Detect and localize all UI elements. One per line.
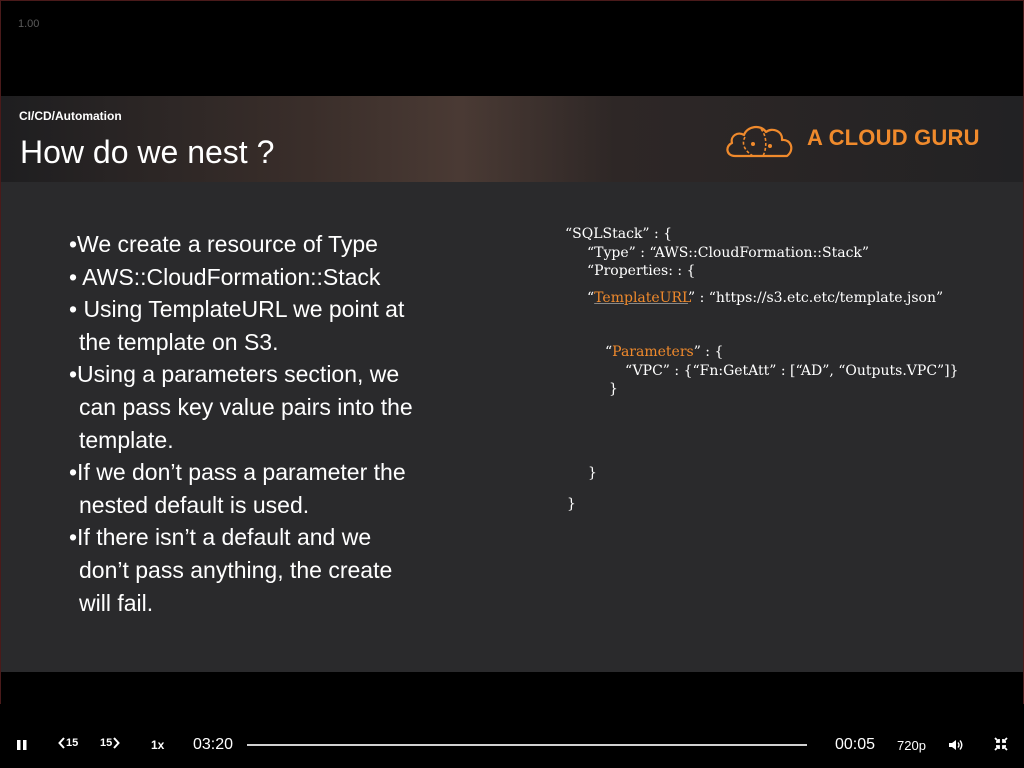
- bullet-line: • Using TemplateURL we point at: [69, 296, 405, 323]
- playback-speed-button[interactable]: 1x: [151, 738, 164, 752]
- exit-fullscreen-icon: [994, 737, 1008, 751]
- code-key-parameters: Parameters: [612, 344, 694, 360]
- code-key-templateurl: TemplateURL: [594, 290, 688, 306]
- code-line: }: [609, 381, 618, 397]
- progress-bar[interactable]: [247, 744, 807, 746]
- quality-button[interactable]: 720p: [897, 738, 926, 753]
- bullet-list: •We create a resource of Type • AWS::Clo…: [69, 228, 469, 619]
- rewind-15-button[interactable]: 15: [58, 737, 78, 749]
- bullet-line: •If we don’t pass a parameter the: [69, 459, 406, 486]
- code-line: “Properties: : {: [587, 263, 696, 279]
- pause-icon: [17, 740, 27, 750]
- bullet-line: nested default is used.: [79, 491, 310, 518]
- bullet-line: template.: [79, 426, 174, 453]
- code-line: }: [588, 465, 597, 481]
- bullet-line: •Using a parameters section, we: [69, 361, 400, 388]
- forward-label: 15: [100, 737, 113, 749]
- forward-15-button[interactable]: 15: [100, 737, 121, 749]
- bullet-line: don’t pass anything, the create: [79, 556, 393, 583]
- code-line: “VPC” : {“Fn:GetAtt” : [“AD”, “Outputs.V…: [625, 363, 959, 379]
- exit-fullscreen-button[interactable]: [994, 737, 1008, 756]
- slide-title: How do we nest ?: [20, 134, 275, 170]
- video-slide[interactable]: CI/CD/Automation How do we nest ? A CLOU…: [1, 96, 1023, 672]
- chevron-left-icon: [58, 737, 65, 749]
- rewind-label: 15: [66, 737, 79, 749]
- slide-category: CI/CD/Automation: [19, 109, 122, 123]
- code-value: ” : “https://s3.etc.etc/template.json”: [687, 290, 944, 306]
- volume-icon: [949, 740, 963, 750]
- bullet-line: can pass key value pairs into the: [79, 393, 413, 420]
- current-time: 03:20: [193, 736, 234, 753]
- pause-button[interactable]: [16, 738, 28, 756]
- slide-header: CI/CD/Automation How do we nest ? A CLOU…: [1, 96, 1023, 182]
- cloud-logo-icon: [726, 125, 793, 158]
- code-line-parameters: “Parameters” : {: [605, 344, 723, 360]
- remaining-time: 00:05: [835, 736, 876, 753]
- code-line: }: [567, 496, 576, 512]
- bullet-line: •We create a resource of Type: [69, 231, 378, 257]
- bullet-line: the template on S3.: [79, 328, 279, 355]
- code-line-templateurl: “TemplateURL” : “https://s3.etc.etc/temp…: [587, 290, 943, 306]
- chevron-right-icon: [113, 737, 121, 749]
- code-line: “Type” : “AWS::CloudFormation::Stack”: [587, 245, 870, 261]
- acloudguru-logo: A CLOUD GURU: [723, 118, 1003, 162]
- bullet-line: will fail.: [79, 589, 154, 616]
- bullet-line: •If there isn’t a default and we: [69, 524, 372, 551]
- bullet-line: • AWS::CloudFormation::Stack: [69, 263, 381, 290]
- volume-button[interactable]: [948, 738, 964, 756]
- code-value: ” : {: [693, 344, 724, 360]
- playback-rate-overlay: 1.00: [18, 18, 40, 30]
- player-controls: 15 15 1x 03:20 00:05 720p: [0, 704, 1024, 768]
- logo-text: A CLOUD GURU: [807, 125, 980, 150]
- code-line: “SQLStack” : {: [565, 226, 673, 242]
